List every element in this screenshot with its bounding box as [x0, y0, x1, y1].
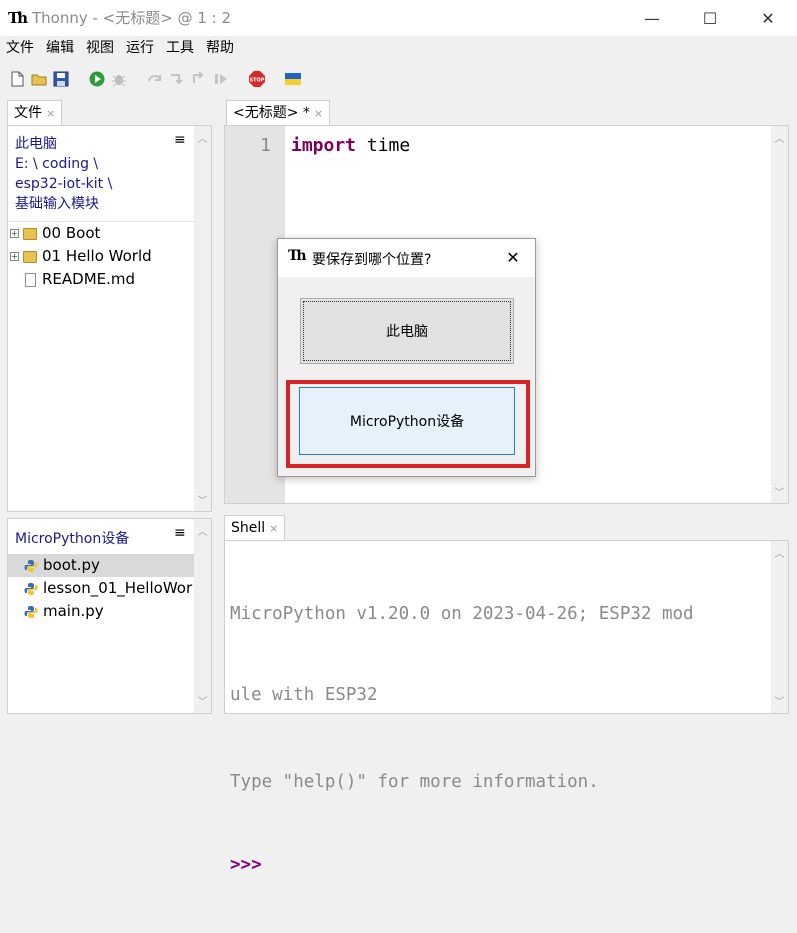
- list-item[interactable]: boot.py: [8, 554, 194, 577]
- shell-line: ule with ESP32: [230, 685, 378, 705]
- expand-icon[interactable]: +: [10, 229, 19, 238]
- ukraine-flag-icon[interactable]: [284, 70, 302, 88]
- list-item[interactable]: main.py: [8, 600, 194, 623]
- tab-shell-label: Shell: [231, 520, 266, 536]
- scroll-up-icon[interactable]: ︿: [194, 523, 211, 538]
- menu-tools[interactable]: 工具: [160, 36, 200, 60]
- device-panel: MicroPython设备 ≡ boot.py lesson_01_HelloW…: [7, 518, 212, 714]
- tab-untitled[interactable]: <无标题> * ×: [226, 100, 331, 126]
- breadcrumb: 此电脑 E: \ coding \ esp32-iot-kit \ 基础输入模块: [15, 134, 112, 214]
- breadcrumb-kit[interactable]: esp32-iot-kit \: [15, 174, 112, 194]
- dialog-close-button[interactable]: ✕: [500, 245, 526, 271]
- resume-icon: [215, 74, 227, 84]
- list-item-label: boot.py: [43, 556, 100, 574]
- shell-line: Type "help()" for more information.: [230, 772, 599, 792]
- menu-file[interactable]: 文件: [0, 36, 40, 60]
- folder-icon: [23, 250, 37, 263]
- tab-shell[interactable]: Shell ×: [224, 515, 286, 541]
- device-title: MicroPython设备: [15, 531, 130, 547]
- list-item[interactable]: lesson_01_HelloWor: [8, 577, 194, 600]
- list-item-label: 00 Boot: [42, 224, 101, 242]
- new-file-icon[interactable]: [8, 70, 26, 88]
- scroll-up-icon[interactable]: ︿: [771, 130, 788, 145]
- save-location-dialog: Th 要保存到哪个位置? ✕ 此电脑 MicroPython设备: [277, 238, 536, 477]
- breadcrumb-this-pc[interactable]: 此电脑: [15, 134, 112, 154]
- tab-untitled-label: <无标题> *: [233, 105, 310, 121]
- file-icon: [25, 272, 36, 287]
- step-out-icon: [193, 71, 204, 83]
- this-pc-button[interactable]: 此电脑: [300, 298, 514, 364]
- list-item[interactable]: README.md: [8, 268, 194, 291]
- scroll-down-icon[interactable]: ﹀: [771, 484, 788, 499]
- title-bar: Th Thonny - <无标题> @ 1 : 2 — ☐ ✕: [0, 0, 797, 36]
- device-scrollbar[interactable]: ︿ ﹀: [194, 519, 211, 713]
- scroll-down-icon[interactable]: ﹀: [194, 693, 211, 708]
- open-file-icon[interactable]: [30, 70, 48, 88]
- files-panel: 此电脑 E: \ coding \ esp32-iot-kit \ 基础输入模块…: [7, 125, 212, 512]
- scroll-down-icon[interactable]: ﹀: [194, 492, 211, 507]
- list-item-label: README.md: [42, 270, 136, 288]
- file-tree: +00 Boot +01 Hello World README.md: [8, 222, 194, 291]
- device-file-list: boot.py lesson_01_HelloWor main.py: [8, 554, 194, 623]
- tab-close-icon[interactable]: ×: [314, 107, 323, 120]
- tab-close-icon[interactable]: ×: [269, 522, 278, 535]
- breadcrumb-drive[interactable]: E: \ coding \: [15, 154, 112, 174]
- scroll-down-icon[interactable]: ﹀: [771, 693, 788, 708]
- thonny-logo-icon: Th: [8, 9, 28, 27]
- list-item-label: lesson_01_HelloWor: [43, 579, 193, 597]
- menu-edit[interactable]: 编辑: [40, 36, 80, 60]
- python-file-icon: [24, 559, 38, 572]
- python-file-icon: [24, 605, 38, 618]
- expand-icon[interactable]: +: [10, 252, 19, 261]
- files-scrollbar[interactable]: ︿ ﹀: [194, 126, 211, 511]
- editor-scrollbar[interactable]: ︿ ﹀: [771, 126, 788, 503]
- tab-files[interactable]: 文件 ×: [7, 100, 63, 126]
- files-menu-icon[interactable]: ≡: [174, 132, 186, 148]
- tab-files-label: 文件: [14, 105, 42, 121]
- toolbar: STOP: [0, 64, 797, 94]
- menu-help[interactable]: 帮助: [200, 36, 240, 60]
- minimize-button[interactable]: —: [624, 0, 680, 36]
- list-item[interactable]: +01 Hello World: [8, 245, 194, 268]
- breadcrumb-module[interactable]: 基础输入模块: [15, 194, 112, 214]
- maximize-button[interactable]: ☐: [682, 0, 738, 36]
- shell-output: MicroPython v1.20.0 on 2023-04-26; ESP32…: [230, 547, 694, 933]
- micropython-device-button[interactable]: MicroPython设备: [299, 387, 515, 455]
- step-over-icon: [148, 75, 161, 82]
- menu-run[interactable]: 运行: [120, 36, 160, 60]
- tab-close-icon[interactable]: ×: [46, 107, 55, 120]
- shell-panel[interactable]: MicroPython v1.20.0 on 2023-04-26; ESP32…: [224, 540, 789, 875]
- list-item-label: 01 Hello World: [42, 247, 152, 265]
- line-number-gutter: 1: [225, 126, 285, 503]
- scroll-up-icon[interactable]: ︿: [194, 130, 211, 145]
- code-editor[interactable]: import time: [291, 135, 410, 156]
- svg-text:STOP: STOP: [250, 78, 265, 84]
- shell-line: MicroPython v1.20.0 on 2023-04-26; ESP32…: [230, 604, 694, 624]
- code-text: time: [356, 135, 411, 156]
- menu-view[interactable]: 视图: [80, 36, 120, 60]
- close-window-button[interactable]: ✕: [740, 0, 796, 36]
- list-item-label: main.py: [43, 602, 104, 620]
- dialog-title-bar: Th 要保存到哪个位置? ✕: [278, 239, 535, 277]
- save-icon[interactable]: [52, 70, 70, 88]
- folder-icon: [23, 227, 37, 240]
- shell-prompt[interactable]: >>>: [230, 852, 694, 879]
- step-into-icon: [171, 74, 183, 85]
- code-keyword: import: [291, 135, 357, 156]
- device-menu-icon[interactable]: ≡: [174, 525, 186, 541]
- list-item[interactable]: +00 Boot: [8, 222, 194, 245]
- line-number: 1: [260, 135, 271, 156]
- shell-scrollbar[interactable]: ︿ ﹀: [771, 541, 788, 713]
- thonny-logo-icon: Th: [288, 248, 307, 264]
- dialog-title: 要保存到哪个位置?: [312, 252, 432, 268]
- python-file-icon: [24, 582, 38, 595]
- debug-icon: [112, 75, 126, 87]
- stop-icon[interactable]: STOP: [248, 70, 266, 88]
- window-title: Thonny - <无标题> @ 1 : 2: [32, 9, 232, 27]
- run-icon[interactable]: [88, 70, 106, 88]
- scroll-up-icon[interactable]: ︿: [771, 545, 788, 560]
- menu-bar: 文件 编辑 视图 运行 工具 帮助: [0, 36, 797, 60]
